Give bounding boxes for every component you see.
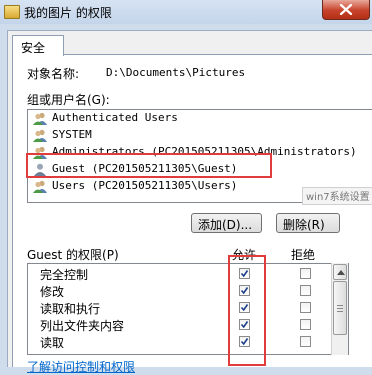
deny-checkbox[interactable] [300,268,311,279]
users-icon [33,180,47,193]
object-name-label: 对象名称: [27,67,80,81]
remove-button-label: 删除(R) [283,218,325,232]
title-bar: 我的图片 的权限 [0,0,372,24]
tab-security-label: 安全 [21,41,46,55]
permission-name: 列出文件夹内容 [40,319,125,333]
close-icon [339,4,353,15]
deny-checkbox[interactable] [300,336,311,347]
add-button[interactable]: 添加(D)... [191,213,262,233]
users-icon [33,129,47,142]
permission-row-full-control: 完全控制 [28,265,348,282]
close-button[interactable] [322,0,370,20]
list-item-authenticated-users[interactable]: Authenticated Users [31,110,371,127]
permissions-scrollbar[interactable] [331,263,348,355]
deny-checkbox[interactable] [300,319,311,330]
permission-name: 读取 [40,336,65,350]
permission-row-read: 读取 [28,333,348,350]
deny-column-header: 拒绝 [291,248,316,262]
deny-checkbox[interactable] [300,302,311,313]
permission-row-modify: 修改 [28,282,348,299]
remove-button[interactable]: 删除(R) [276,213,340,233]
list-item-label: SYSTEM [52,128,92,141]
deny-checkbox[interactable] [300,285,311,296]
window-title: 我的图片 的权限 [24,6,112,20]
permission-name: 读取和执行 [40,302,101,316]
permission-row-list-folder: 列出文件夹内容 [28,316,348,333]
object-name-value: D:\Documents\Pictures [106,66,246,79]
access-control-help-link[interactable]: 了解访问控制和权限 [27,358,135,375]
watermark-label: win7系统设置 [302,187,372,205]
scroll-up-button[interactable] [333,264,347,280]
list-item-label: Users (PC201505211305\Users) [52,179,238,192]
folder-icon [4,5,20,19]
add-button-label: 添加(D)... [198,218,253,232]
permissions-list: 完全控制 修改 读取和执行 列出文件夹内容 读取 [27,263,349,355]
users-icon [33,112,47,125]
guest-highlight-box [26,153,272,178]
tab-security[interactable]: 安全 [12,35,64,56]
scroll-thumb[interactable] [333,281,347,335]
groups-label: 组或用户名(G): [27,93,110,107]
permission-name: 完全控制 [40,268,89,282]
permission-name: 修改 [40,285,65,299]
list-item-label: Authenticated Users [52,111,178,124]
permissions-label: Guest 的权限(P) [27,248,119,262]
arrow-up-icon [337,270,345,275]
list-item-system[interactable]: SYSTEM [31,127,371,144]
permission-row-read-execute: 读取和执行 [28,299,348,316]
allow-column-highlight-box [228,255,266,366]
